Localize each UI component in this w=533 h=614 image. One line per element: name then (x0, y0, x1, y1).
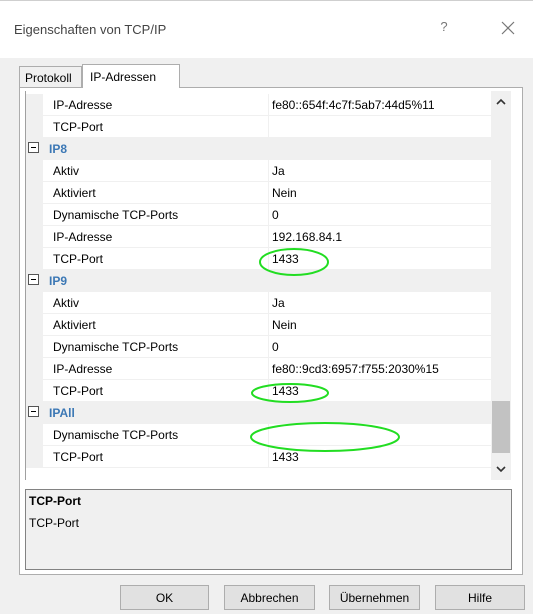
row-gutter (26, 336, 43, 358)
grid-row[interactable]: Aktiviert Nein (26, 182, 491, 204)
grid-category[interactable]: IP8 (26, 138, 491, 160)
row-gutter (26, 446, 43, 468)
category-label: IP8 (49, 142, 68, 156)
property-name: IP-Adresse (53, 362, 113, 376)
column-divider (268, 226, 269, 248)
column-divider (268, 292, 269, 314)
column-divider (268, 358, 269, 380)
grid-row[interactable]: Aktiv Ja (26, 160, 491, 182)
collapse-toggle-icon[interactable] (28, 274, 39, 285)
annotation-ellipse-ipall-dynamic (250, 422, 400, 452)
description-panel: TCP-Port TCP-Port (25, 489, 512, 570)
chevron-up-icon (496, 98, 506, 105)
property-name: Aktiviert (53, 318, 96, 332)
close-button[interactable] (494, 16, 522, 40)
column-divider (268, 160, 269, 182)
property-value[interactable]: 0 (272, 208, 279, 222)
column-divider (268, 204, 269, 226)
grid-scrollbar[interactable] (491, 91, 511, 480)
property-value[interactable]: Ja (272, 296, 285, 310)
property-name: Aktiv (53, 164, 80, 178)
row-gutter (26, 116, 43, 138)
column-divider (268, 314, 269, 336)
category-label: IP9 (49, 274, 68, 288)
row-divider (43, 467, 491, 468)
grid-row[interactable]: Aktiv Ja (26, 292, 491, 314)
tab-ip-adressen[interactable]: IP-Adressen (82, 64, 180, 88)
property-name: TCP-Port (53, 252, 104, 266)
column-divider (268, 94, 269, 116)
column-divider (268, 116, 269, 138)
property-name: Dynamische TCP-Ports (53, 428, 179, 442)
annotation-ellipse-ip8-port (259, 248, 329, 276)
row-gutter (26, 204, 43, 226)
grid-row[interactable]: Aktiviert Nein (26, 314, 491, 336)
scroll-up-button[interactable] (491, 93, 511, 111)
scroll-thumb[interactable] (492, 401, 510, 453)
grid-row[interactable]: IP-Adresse 192.168.84.1 (26, 226, 491, 248)
title-bar: Eigenschaften von TCP/IP ? (0, 0, 533, 58)
cancel-button[interactable]: Abbrechen (224, 585, 315, 610)
window-title: Eigenschaften von TCP/IP (14, 22, 167, 37)
grid-row[interactable]: IP-Adresse fe80::9cd3:6957:f755:2030%15 (26, 358, 491, 380)
description-text: TCP-Port (29, 516, 80, 530)
row-gutter (26, 248, 43, 270)
property-value[interactable]: 0 (272, 340, 279, 354)
property-name: Aktiviert (53, 186, 96, 200)
row-gutter (26, 358, 43, 380)
row-gutter (26, 94, 43, 116)
grid-row[interactable]: Dynamische TCP-Ports 0 (26, 204, 491, 226)
collapse-toggle-icon[interactable] (28, 142, 39, 153)
column-divider (268, 336, 269, 358)
help-title-button[interactable]: ? (432, 19, 456, 39)
property-value[interactable]: fe80::9cd3:6957:f755:2030%15 (272, 362, 439, 376)
close-icon (501, 21, 515, 35)
row-gutter (26, 182, 43, 204)
row-gutter (26, 314, 43, 336)
collapse-toggle-icon[interactable] (28, 406, 39, 417)
property-name: IP-Adresse (53, 98, 113, 112)
tab-protokoll[interactable]: Protokoll (19, 66, 82, 88)
category-label: IPAll (49, 406, 75, 420)
property-name: Aktiv (53, 296, 80, 310)
property-name: IP-Adresse (53, 230, 113, 244)
property-name: Dynamische TCP-Ports (53, 340, 179, 354)
row-gutter (26, 292, 43, 314)
help-button[interactable]: Hilfe (435, 585, 525, 610)
property-name: TCP-Port (53, 384, 104, 398)
column-divider (268, 182, 269, 204)
grid-row[interactable]: IP-Adresse fe80::654f:4c7f:5ab7:44d5%11 (26, 94, 491, 116)
chevron-down-icon (496, 466, 506, 473)
annotation-ellipse-ip9-port (251, 383, 329, 403)
property-value[interactable]: Nein (272, 318, 297, 332)
property-value[interactable]: 192.168.84.1 (272, 230, 342, 244)
property-name: Dynamische TCP-Ports (53, 208, 179, 222)
row-gutter (26, 160, 43, 182)
property-name: TCP-Port (53, 450, 104, 464)
grid-row[interactable]: TCP-Port (26, 116, 491, 138)
row-gutter (26, 380, 43, 402)
property-value[interactable]: Ja (272, 164, 285, 178)
row-gutter (26, 226, 43, 248)
apply-button[interactable]: Übernehmen (329, 585, 420, 610)
property-name: TCP-Port (53, 120, 104, 134)
row-gutter (26, 424, 43, 446)
property-value[interactable]: Nein (272, 186, 297, 200)
property-value[interactable]: fe80::654f:4c7f:5ab7:44d5%11 (272, 98, 435, 112)
scroll-down-button[interactable] (491, 460, 511, 478)
description-title: TCP-Port (29, 494, 81, 508)
ok-button[interactable]: OK (120, 585, 209, 610)
grid-row[interactable]: Dynamische TCP-Ports 0 (26, 336, 491, 358)
